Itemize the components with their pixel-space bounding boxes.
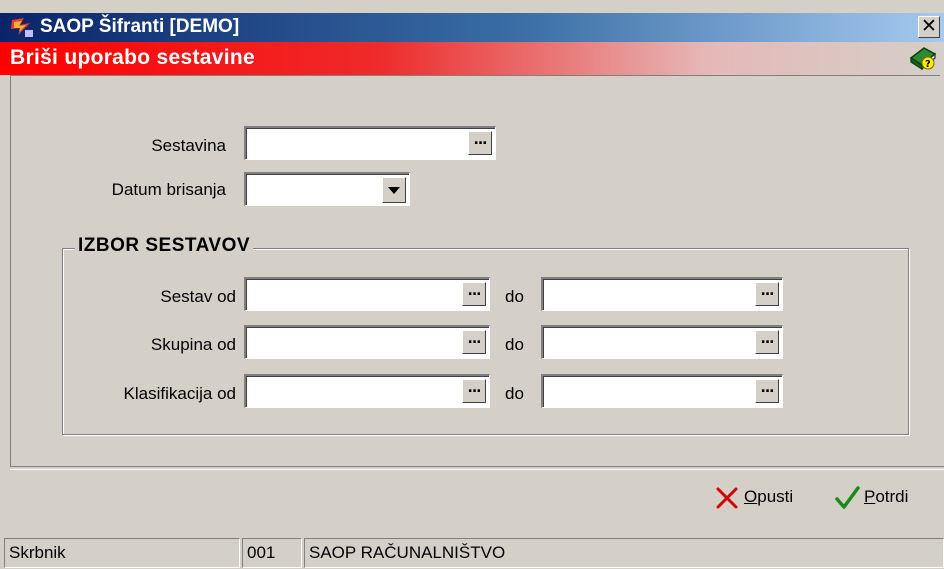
opusti-button[interactable]: Opusti bbox=[714, 484, 814, 512]
footer-separator bbox=[10, 466, 944, 470]
skupina-do-input[interactable] bbox=[545, 328, 748, 356]
form-title: Briši uporabo sestavine bbox=[10, 46, 255, 69]
datum-label: Datum brisanja bbox=[111, 180, 226, 199]
sestavina-browse-button[interactable]: ... bbox=[468, 131, 492, 155]
skupina-do-field[interactable]: ... bbox=[541, 325, 783, 359]
klasifikacija-do-field[interactable]: ... bbox=[541, 374, 783, 408]
status-company-code: 001 bbox=[242, 538, 302, 568]
window-title: SAOP Šifranti [DEMO] bbox=[40, 16, 240, 37]
skupina-od-label: Skupina od bbox=[150, 335, 236, 354]
sestav-od-browse-button[interactable]: ... bbox=[462, 282, 486, 306]
dialog-window: SAOP Šifranti [DEMO] ✕ Briši uporabo ses… bbox=[0, 0, 944, 569]
close-button[interactable]: ✕ bbox=[918, 16, 940, 38]
sestav-do-label: do bbox=[505, 287, 524, 306]
sestavina-field[interactable]: ... bbox=[244, 126, 496, 160]
status-company-name: SAOP RAČUNALNIŠTVO bbox=[304, 538, 944, 568]
klasifikacija-od-field[interactable]: ... bbox=[244, 374, 490, 408]
skupina-od-browse-button[interactable]: ... bbox=[462, 330, 486, 354]
svg-text:?: ? bbox=[925, 59, 931, 70]
sestav-od-label: Sestav od bbox=[160, 287, 236, 306]
klasifikacija-do-input[interactable] bbox=[545, 377, 748, 405]
red-x-icon bbox=[716, 487, 738, 509]
help-book-icon[interactable]: ? bbox=[908, 44, 938, 72]
klasifikacija-od-label: Klasifikacija od bbox=[123, 384, 236, 403]
sestav-do-browse-button[interactable]: ... bbox=[755, 282, 779, 306]
klasifikacija-do-browse-button[interactable]: ... bbox=[755, 379, 779, 403]
klasifikacija-od-browse-button[interactable]: ... bbox=[462, 379, 486, 403]
sestav-od-field[interactable]: ... bbox=[244, 277, 490, 311]
green-check-icon bbox=[835, 486, 860, 509]
datum-input[interactable] bbox=[248, 175, 375, 203]
sestavina-input[interactable] bbox=[248, 129, 461, 157]
klasifikacija-do-label: do bbox=[505, 384, 524, 403]
skupina-od-input[interactable] bbox=[248, 328, 455, 356]
form-header: Briši uporabo sestavine ? bbox=[0, 42, 944, 75]
chevron-down-icon bbox=[388, 187, 400, 194]
title-bar: SAOP Šifranti [DEMO] ✕ bbox=[0, 13, 944, 42]
skupina-do-browse-button[interactable]: ... bbox=[755, 330, 779, 354]
potrdi-label: Potrdi bbox=[864, 487, 909, 506]
sestav-od-input[interactable] bbox=[248, 280, 455, 308]
skupina-do-label: do bbox=[505, 335, 524, 354]
status-bar: Skrbnik 001 SAOP RAČUNALNIŠTVO bbox=[0, 535, 944, 569]
klasifikacija-od-input[interactable] bbox=[248, 377, 455, 405]
sestav-do-field[interactable]: ... bbox=[541, 277, 783, 311]
potrdi-button[interactable]: Potrdi bbox=[834, 484, 934, 512]
sestav-do-input[interactable] bbox=[545, 280, 748, 308]
datum-field[interactable] bbox=[244, 172, 410, 206]
datum-dropdown-button[interactable] bbox=[382, 177, 406, 203]
sestavina-label: Sestavina bbox=[151, 136, 226, 155]
opusti-label: Opusti bbox=[744, 487, 794, 506]
skupina-od-field[interactable]: ... bbox=[244, 325, 490, 359]
status-user: Skrbnik bbox=[4, 538, 240, 568]
app-logo-icon bbox=[11, 18, 33, 37]
group-title: IZBOR SESTAVOV bbox=[75, 235, 254, 257]
